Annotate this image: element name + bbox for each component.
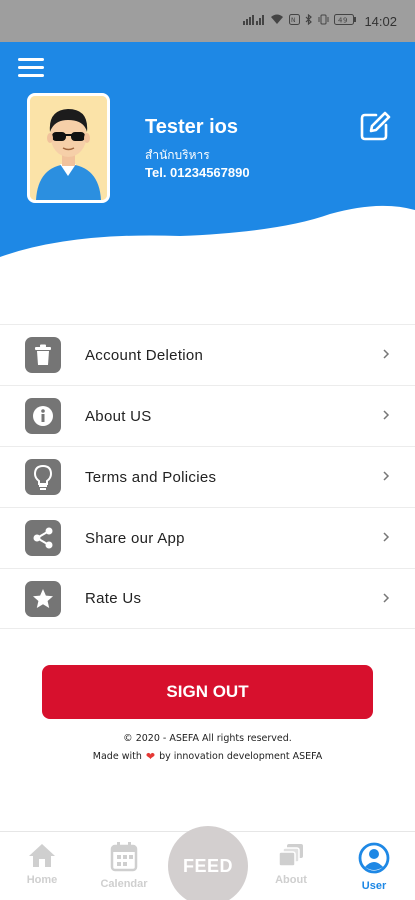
nav-item-home[interactable]: Home	[2, 832, 82, 900]
nav-label: About	[275, 874, 307, 886]
heart-icon: ❤	[145, 750, 156, 763]
user-tel: Tel. 01234567890	[145, 165, 250, 180]
status-bar: N 49 14:02	[0, 0, 415, 42]
edit-icon[interactable]	[359, 110, 391, 142]
chevron-right-icon	[383, 349, 390, 359]
sign-out-button[interactable]: SIGN OUT	[42, 665, 373, 719]
menu-item-account-deletion[interactable]: Account Deletion	[0, 324, 415, 385]
bluetooth-icon	[305, 13, 313, 28]
bottom-navigation: Home Calendar FEED About User	[0, 826, 415, 900]
status-icons: N 49	[243, 13, 357, 28]
signal-icon	[243, 14, 265, 28]
home-icon	[29, 844, 55, 867]
feed-button[interactable]: FEED	[168, 826, 248, 900]
svg-text:49: 49	[338, 17, 348, 25]
wifi-icon	[270, 14, 284, 28]
nav-item-user[interactable]: User	[334, 832, 414, 900]
settings-menu: Account Deletion About US Terms and Poli…	[0, 324, 415, 629]
nav-item-calendar[interactable]: Calendar	[84, 832, 164, 900]
calendar-icon	[110, 842, 138, 872]
nav-item-about[interactable]: About	[251, 832, 331, 900]
menu-item-share-our-app[interactable]: Share our App	[0, 507, 415, 568]
info-icon	[25, 398, 61, 434]
nav-label: Home	[26, 874, 58, 886]
share-icon	[25, 520, 61, 556]
user-role: สำนักบริหาร	[145, 148, 210, 162]
copyright-text: © 2020 - ASEFA All rights reserved.	[123, 733, 292, 744]
menu-item-label: Share our App	[85, 529, 185, 547]
hamburger-icon[interactable]	[18, 58, 44, 78]
trash-icon	[25, 337, 61, 373]
star-icon	[25, 580, 61, 617]
chevron-right-icon	[383, 471, 390, 481]
profile-header: Tester ios สำนักบริหาร Tel. 01234567890	[0, 42, 415, 282]
menu-item-label: Rate Us	[85, 590, 142, 607]
vibrate-icon	[318, 14, 329, 28]
about-icon	[278, 844, 303, 867]
lightbulb-icon	[25, 459, 61, 495]
made-with-suffix: by innovation development ASEFA	[159, 751, 323, 762]
header-wave	[0, 205, 415, 282]
menu-item-rate-us[interactable]: Rate Us	[0, 568, 415, 629]
nav-label: Calendar	[100, 878, 148, 890]
menu-item-label: Terms and Policies	[85, 468, 217, 486]
made-with-prefix: Made with	[92, 751, 142, 762]
status-time: 14:02	[364, 13, 397, 29]
menu-item-label: About US	[85, 407, 152, 425]
chevron-right-icon	[383, 532, 390, 542]
made-with-text: Made with ❤ by innovation development AS…	[0, 750, 415, 763]
battery-icon: 49	[334, 14, 357, 28]
chevron-right-icon	[383, 410, 390, 420]
menu-item-terms-and-policies[interactable]: Terms and Policies	[0, 446, 415, 507]
menu-item-label: Account Deletion	[85, 346, 204, 364]
avatar	[27, 93, 110, 203]
user-name: Tester ios	[145, 116, 238, 138]
nfc-icon: N	[289, 14, 301, 28]
chevron-right-icon	[383, 593, 390, 603]
nav-label: User	[361, 880, 387, 892]
svg-text:N: N	[291, 17, 296, 24]
user-icon	[358, 842, 390, 874]
menu-item-about-us[interactable]: About US	[0, 385, 415, 446]
